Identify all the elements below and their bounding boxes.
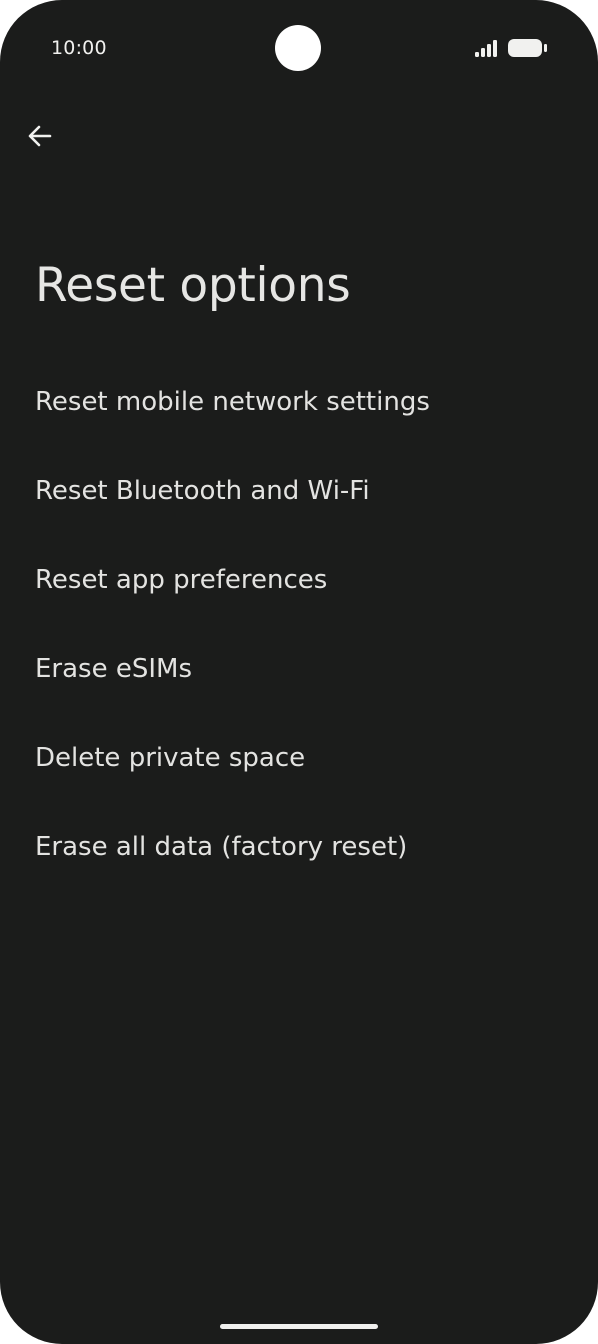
camera-cutout <box>275 25 321 71</box>
option-reset-bluetooth-wifi[interactable]: Reset Bluetooth and Wi-Fi <box>0 446 598 535</box>
option-delete-private-space[interactable]: Delete private space <box>0 713 598 802</box>
option-factory-reset[interactable]: Erase all data (factory reset) <box>0 802 598 891</box>
back-arrow-icon <box>28 125 52 147</box>
page-title: Reset options <box>35 258 351 313</box>
phone-screen: 10:00 Reset options Reset mobile network… <box>0 0 598 1344</box>
option-reset-mobile-network[interactable]: Reset mobile network settings <box>0 357 598 446</box>
signal-icon <box>475 40 497 57</box>
battery-icon <box>508 39 547 57</box>
reset-options-list: Reset mobile network settings Reset Blue… <box>0 357 598 891</box>
option-erase-esims[interactable]: Erase eSIMs <box>0 624 598 713</box>
home-indicator[interactable] <box>220 1324 378 1329</box>
status-time: 10:00 <box>51 37 107 59</box>
back-button[interactable] <box>16 112 64 160</box>
option-reset-app-preferences[interactable]: Reset app preferences <box>0 535 598 624</box>
status-bar: 10:00 <box>0 0 598 96</box>
